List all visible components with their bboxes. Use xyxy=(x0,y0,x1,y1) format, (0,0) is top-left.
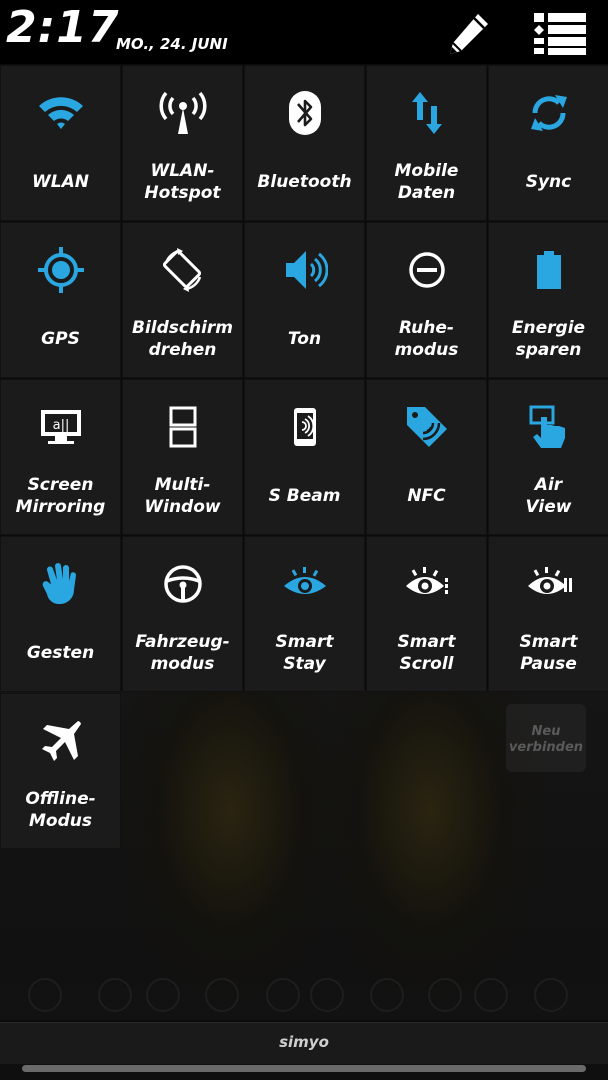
toggle-gps[interactable]: GPS xyxy=(0,222,121,378)
toggle-sync[interactable]: Sync xyxy=(488,65,608,221)
smart-stay-eye-icon xyxy=(280,559,330,609)
toggle-wlan[interactable]: WLAN xyxy=(0,65,121,221)
dock-app-icon xyxy=(28,978,62,1012)
nfc-icon xyxy=(402,402,452,452)
toggle-label: WLAN xyxy=(32,172,89,192)
carrier-bar: simyo xyxy=(0,1022,608,1065)
toggle-label: Bildschirm drehen xyxy=(131,318,233,360)
toggle-label: Ton xyxy=(287,329,322,349)
sound-icon xyxy=(280,245,330,295)
settings-list-icon[interactable] xyxy=(534,12,588,56)
dock-app-icon xyxy=(428,978,462,1012)
rotate-icon xyxy=(158,245,208,295)
edit-pencil-icon[interactable] xyxy=(444,10,492,58)
toggle-label: Gesten xyxy=(26,643,95,663)
toggle-label: S Beam xyxy=(268,486,341,506)
toggle-label: Mobile Daten xyxy=(394,161,459,203)
steering-wheel-icon xyxy=(158,559,208,609)
hotspot-icon xyxy=(158,88,208,138)
toggle-label: WLAN- Hotspot xyxy=(144,161,221,203)
dock-app-icon xyxy=(98,978,132,1012)
air-view-icon xyxy=(524,402,574,452)
toggle-label: NFC xyxy=(407,486,446,506)
quick-settings-grid: WLAN WLAN- Hotspot Bluetooth Mobile Date… xyxy=(0,65,608,849)
dock-app-icon xyxy=(146,978,180,1012)
toggle-smart-pause[interactable]: Smart Pause xyxy=(488,536,608,692)
toggle-multi-window[interactable]: Multi- Window xyxy=(122,379,243,535)
toggle-label: Smart Pause xyxy=(519,632,578,674)
toggle-rotate-screen[interactable]: Bildschirm drehen xyxy=(122,222,243,378)
toggle-label: Sync xyxy=(525,172,572,192)
toggle-label: Smart Stay xyxy=(275,632,334,674)
toggle-power-saving[interactable]: Energie sparen xyxy=(488,222,608,378)
dock-app-icon xyxy=(310,978,344,1012)
gesture-hand-icon xyxy=(36,559,86,609)
dock-app-icon xyxy=(205,978,239,1012)
dock-app-icon xyxy=(474,978,508,1012)
toggle-sound[interactable]: Ton xyxy=(244,222,365,378)
notification-header: 2:17 MO., 24. JUNI xyxy=(0,0,608,64)
toggle-s-beam[interactable]: S Beam xyxy=(244,379,365,535)
toggle-label: Energie sparen xyxy=(511,318,586,360)
s-beam-icon xyxy=(280,402,330,452)
toggle-label: GPS xyxy=(41,329,80,349)
blocking-mode-icon xyxy=(402,245,452,295)
dock-app-icon xyxy=(266,978,300,1012)
drag-handle[interactable] xyxy=(22,1065,586,1072)
toggle-smart-stay[interactable]: Smart Stay xyxy=(244,536,365,692)
toggle-gestures[interactable]: Gesten xyxy=(0,536,121,692)
toggle-bluetooth[interactable]: Bluetooth xyxy=(244,65,365,221)
toggle-label: Bluetooth xyxy=(257,172,352,192)
toggle-smart-scroll[interactable]: Smart Scroll xyxy=(366,536,487,692)
toggle-air-view[interactable]: Air View xyxy=(488,379,608,535)
dock-app-icon xyxy=(370,978,404,1012)
toggle-blocking-mode[interactable]: Ruhe- modus xyxy=(366,222,487,378)
smart-scroll-eye-icon xyxy=(402,559,452,609)
wifi-icon xyxy=(36,88,86,138)
multi-window-icon xyxy=(158,402,208,452)
toggle-label: Smart Scroll xyxy=(397,632,456,674)
toggle-label: Ruhe- modus xyxy=(394,318,459,360)
date-label: MO., 24. JUNI xyxy=(116,35,228,53)
sync-icon xyxy=(524,88,574,138)
smart-pause-eye-icon xyxy=(524,559,574,609)
toggle-label: Air View xyxy=(525,475,572,517)
bluetooth-icon xyxy=(280,88,330,138)
toggle-driving-mode[interactable]: Fahrzeug- modus xyxy=(122,536,243,692)
wallpaper-dock xyxy=(0,960,608,1020)
airplane-icon xyxy=(36,716,86,766)
toggle-label: Screen Mirroring xyxy=(15,475,106,517)
toggle-label: Multi- Window xyxy=(144,475,221,517)
toggle-label: Fahrzeug- modus xyxy=(135,632,230,674)
toggle-mobile-data[interactable]: Mobile Daten xyxy=(366,65,487,221)
toggle-wlan-hotspot[interactable]: WLAN- Hotspot xyxy=(122,65,243,221)
screen-mirroring-icon: a|| xyxy=(36,402,86,452)
svg-text:a||: a|| xyxy=(52,418,69,433)
clock: 2:17 xyxy=(6,2,120,53)
mobile-data-icon xyxy=(402,88,452,138)
toggle-offline-mode[interactable]: Offline- Modus xyxy=(0,693,121,849)
battery-icon xyxy=(524,245,574,295)
toggle-nfc[interactable]: NFC xyxy=(366,379,487,535)
gps-icon xyxy=(36,245,86,295)
toggle-label: Offline- Modus xyxy=(25,789,96,831)
carrier-label: simyo xyxy=(279,1033,329,1051)
dock-app-icon xyxy=(534,978,568,1012)
toggle-screen-mirroring[interactable]: a|| Screen Mirroring xyxy=(0,379,121,535)
